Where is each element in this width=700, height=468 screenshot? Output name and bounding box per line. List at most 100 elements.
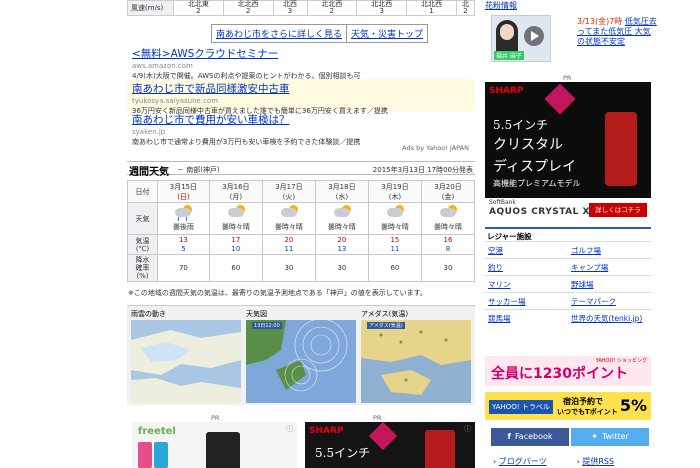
- leisure-link[interactable]: マリン: [485, 275, 568, 292]
- amedas-image[interactable]: アメダス(気温): [361, 320, 471, 403]
- temp-cell: 15 11: [367, 234, 422, 255]
- temp-low: 8: [445, 244, 451, 253]
- date-cell: 3月18日 (水): [314, 180, 369, 203]
- rain-cell: 70: [157, 254, 210, 282]
- rss-label[interactable]: 提供RSS: [582, 457, 614, 466]
- ad-title[interactable]: 南あわじ市で新品同様激安中古車: [132, 81, 475, 96]
- facebook-label: Facebook: [514, 432, 553, 441]
- details-button[interactable]: 詳しくはコチラ: [589, 203, 647, 217]
- weather-cell: 曇後雨: [157, 202, 210, 235]
- date-label: 3月17日: [275, 182, 303, 191]
- rss-link[interactable]: › 提供RSS: [577, 456, 614, 467]
- temp-cell: 16 8: [420, 234, 476, 255]
- date-cell: 3月20日 (金): [420, 180, 476, 203]
- leisure-link[interactable]: 野球場: [568, 275, 651, 292]
- map-timestamp: アメダス(気温): [367, 322, 405, 329]
- cloud-sun-icon: [279, 205, 299, 221]
- amedas-map[interactable]: アメダス(気温) アメダス(気温): [361, 308, 471, 403]
- day-of-week: (木): [388, 192, 402, 201]
- leisure-link[interactable]: 釣り: [485, 258, 568, 275]
- ad-info-icon[interactable]: ⓘ: [464, 424, 471, 434]
- twitter-button[interactable]: ✦ Twitter: [571, 428, 649, 446]
- ad-title[interactable]: <無料>AWSクラウドセミナー: [132, 46, 475, 61]
- leisure-link[interactable]: テーマパーク: [568, 292, 651, 309]
- weather-cell: 曇時々晴: [208, 202, 263, 235]
- sharp-ad-right[interactable]: SHARP 5.5インチ クリスタル ディスプレイ 高機能プレミアムモデル So…: [485, 82, 651, 222]
- temp-low: 10: [231, 244, 241, 253]
- row-label-date: 日付: [127, 180, 158, 203]
- disaster-top-link[interactable]: 天気・災害トップ: [347, 24, 429, 43]
- cloud-sun-icon: [332, 205, 352, 221]
- date-label: 3月15日: [169, 182, 198, 191]
- temp-high: 13: [178, 235, 188, 244]
- weather-label: 曇時々晴: [274, 223, 303, 231]
- blog-parts-label[interactable]: ブログパーツ: [499, 457, 547, 466]
- phone-image: [206, 432, 240, 468]
- map-timestamp: 13日12:00: [252, 322, 282, 329]
- blog-parts-link[interactable]: › ブログパーツ: [493, 456, 547, 467]
- ad-line: 高機能プレミアムモデル: [493, 179, 581, 188]
- ad-footer: SoftBank AQUOS CRYSTAL X 詳しくはコチラ: [485, 198, 651, 222]
- date-label: 3月20日: [434, 182, 462, 191]
- wind-cell: 北北西 1: [406, 0, 457, 16]
- ad-line: 5.5インチ: [493, 118, 549, 132]
- ad-info-icon[interactable]: ⓘ: [286, 424, 293, 434]
- ad-item[interactable]: 南あわじ市で新品同様激安中古車 tyukosya.saiyasune.com 3…: [127, 79, 475, 115]
- date-cell: 3月15日 (日): [157, 180, 210, 203]
- date-label: 3月16日: [222, 182, 250, 191]
- day-of-week: (月): [229, 192, 243, 201]
- temp-cell: 17 10: [208, 234, 263, 255]
- news-thumbnail[interactable]: 福井 麻子: [491, 15, 551, 62]
- detail-link[interactable]: 南あわじ市をさらに詳しく見る: [211, 24, 348, 43]
- news-date: 3/13(金)7時: [577, 17, 623, 26]
- news-headline[interactable]: 3/13(金)7時 低気圧去ってまた低気圧 大気の状態不安定: [577, 17, 657, 47]
- banner-text: 全員に1230ポイント: [491, 366, 628, 382]
- weather-label: 曇時々晴: [380, 223, 409, 231]
- facebook-button[interactable]: f Facebook: [491, 428, 569, 446]
- pollen-link[interactable]: 花粉情報: [485, 0, 517, 11]
- shopping-banner[interactable]: YAHOO! ショッピング 全員に1230ポイント: [485, 356, 651, 386]
- leisure-link[interactable]: キャンプ場: [568, 258, 651, 275]
- freetel-ad[interactable]: freetel ⓘ: [132, 422, 297, 468]
- temp-low: 11: [390, 244, 400, 253]
- rain-radar-image[interactable]: [131, 320, 241, 403]
- ad-item[interactable]: <無料>AWSクラウドセミナー aws.amazon.com 4/9(木)大阪で…: [132, 46, 475, 81]
- temp-cell: 13 5: [157, 234, 210, 255]
- weather-cell: 曇時々晴: [314, 202, 369, 235]
- row-label-rain: 降水 確率 (%): [127, 254, 158, 282]
- ad-item[interactable]: 南あわじ市で費用が安い車検は？ syaken.jp 南あわじ市で通常より費用が3…: [132, 112, 475, 147]
- map-label: アメダス(気温): [361, 310, 409, 318]
- phone-image: [425, 430, 455, 468]
- leisure-link[interactable]: サッカー場: [485, 292, 568, 309]
- temp-high: 20: [284, 235, 294, 244]
- date-row: 日付 3月15日 (日) 3月16日 (月) 3月17日 (火) 3月18日 (水) 3月19日…: [127, 180, 476, 203]
- map-panel: 雨雲の動き 天気図 13日12:00 アメダス(気温) アメダス(気温): [127, 305, 475, 405]
- rain-radar-map[interactable]: 雨雲の動き: [131, 308, 241, 403]
- cloud-sun-icon: [438, 205, 458, 221]
- weather-chart-map[interactable]: 天気図 13日12:00: [246, 308, 356, 403]
- sharp-logo: SHARP: [309, 426, 344, 436]
- pr-label: PR: [211, 414, 220, 422]
- rain-cell: 30: [420, 254, 476, 282]
- leisure-link[interactable]: 空港: [485, 241, 568, 258]
- weather-label: 曇時々晴: [433, 223, 462, 231]
- leisure-link[interactable]: 競馬場: [485, 309, 568, 326]
- wind-row-label: 風速(m/s): [127, 0, 174, 16]
- weekly-area: － 南部(神戸): [177, 166, 220, 174]
- sharp-ad-bottom[interactable]: SHARP 5.5インチ ⓘ: [305, 422, 475, 468]
- rain-cell: 60: [367, 254, 422, 282]
- rain-cell: 30: [314, 254, 369, 282]
- leisure-link[interactable]: 世界の天気(tenki.jp): [568, 309, 651, 326]
- weather-chart-image[interactable]: 13日12:00: [246, 320, 356, 403]
- row-label-temp: 気温 (℃): [127, 234, 158, 255]
- temp-high: 16: [443, 235, 453, 244]
- cloud-sun-icon: [226, 205, 246, 221]
- ad-title[interactable]: 南あわじ市で費用が安い車検は？: [132, 112, 475, 127]
- leisure-link[interactable]: ゴルフ場: [568, 241, 651, 258]
- weather-cell: 曇時々晴: [367, 202, 422, 235]
- rain-row: 降水 確率 (%) 70 60 30 30 60 30: [127, 254, 476, 282]
- wind-cell: 北北西 2: [222, 0, 274, 16]
- twitter-icon: ✦: [591, 432, 598, 441]
- travel-banner[interactable]: YAHOO! トラベル 宿泊予約で いつでもTポイント 5%: [485, 392, 651, 420]
- footer-links: › ブログパーツ › 提供RSS: [493, 456, 614, 467]
